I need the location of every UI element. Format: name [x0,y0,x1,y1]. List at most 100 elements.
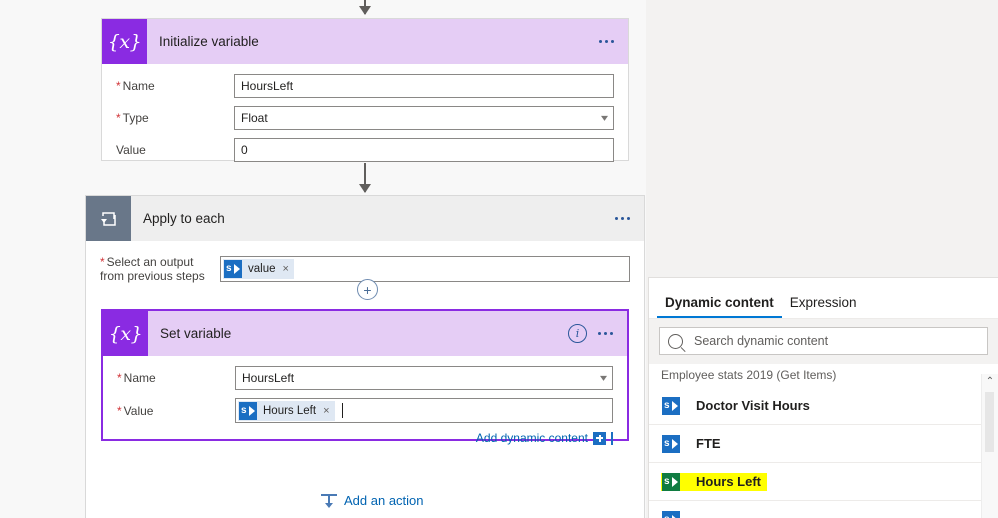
sharepoint-letter: s [226,263,232,274]
insert-action-icon [321,493,337,508]
tab-dynamic-content[interactable]: Dynamic content [657,295,782,318]
required-asterisk: * [116,111,121,125]
label-set-value: * Value [117,403,154,418]
sharepoint-letter: s [664,437,670,449]
label-type: * Type [116,111,149,125]
card-initialize-variable[interactable]: {x} Initialize variable * Name HoursLeft … [101,18,629,162]
search-input[interactable] [692,333,979,349]
sharepoint-arrow [672,514,678,518]
chevron-down-icon: ▾ [600,112,609,124]
add-dynamic-content-link[interactable]: Add dynamic content [476,431,588,445]
label-value: Value [116,143,146,157]
card-body-apply-to-each: * Select an output from previous steps s … [86,241,644,283]
sharepoint-arrow [672,438,678,449]
card-set-variable[interactable]: {x} Set variable i * Name HoursLeft ▾ * … [101,309,629,445]
sharepoint-icon: s [224,260,242,278]
sharepoint-icon: s [662,510,680,518]
braces-glyph: {x} [108,322,143,345]
dropdown-variable-type[interactable]: Float ▾ [234,106,614,130]
add-an-action-button[interactable]: Add an action [321,493,424,508]
input-variable-value[interactable]: 0 [234,138,614,162]
card-body-initialize-variable: * Name HoursLeft * Type Float ▾ Value 0 [102,64,628,174]
form-row-type: * Type Float ▾ [116,106,614,130]
label-name: * Name [116,79,155,93]
variable-braces-icon: {x} [103,311,148,356]
sharepoint-letter: s [664,512,670,518]
add-step-button[interactable]: + [357,279,378,300]
sharepoint-arrow [234,264,240,274]
token-value[interactable]: s value × [223,259,294,279]
input-select-output[interactable]: s value × [220,256,630,282]
add-dynamic-content-bar-icon [611,431,613,445]
sharepoint-arrow [672,400,678,411]
token-remove-icon[interactable]: × [283,263,289,275]
sharepoint-letter: s [664,475,670,487]
token-remove-icon[interactable]: × [323,405,329,417]
chevron-down-icon: ▾ [599,372,608,384]
connector-arrow-middle [359,163,371,193]
form-row-value: Value 0 [116,138,614,162]
variable-braces-icon: {x} [102,19,147,64]
dropdown-set-variable-name-value: HoursLeft [242,371,295,385]
list-item-label: FTE [696,436,721,451]
form-row-name: * Name HoursLeft [116,74,614,98]
input-variable-name-value: HoursLeft [241,79,294,93]
token-label: Hours Left [263,404,317,417]
input-variable-name[interactable]: HoursLeft [234,74,614,98]
card-title-initialize-variable: Initialize variable [159,34,259,49]
required-asterisk: * [117,403,122,418]
list-item-partial[interactable]: s [649,501,998,518]
text-cursor [341,403,343,418]
list-item-highlighted[interactable]: s Hours Left [649,463,998,501]
card-header-set-variable: {x} Set variable i [103,311,627,356]
add-an-action-label: Add an action [344,493,424,508]
scrollbar-thumb[interactable] [985,392,994,452]
label-select-output: * Select an output from previous steps [100,255,205,283]
sharepoint-icon: s [239,401,257,420]
flow-designer-canvas: {x} Initialize variable * Name HoursLeft … [0,0,646,518]
required-asterisk: * [116,79,121,93]
form-row-set-name: * Name HoursLeft ▾ [117,366,613,390]
dynamic-content-panel: Dynamic content Expression Employee stat… [648,277,998,518]
arrow-head-icon [359,6,371,15]
required-asterisk: * [117,371,122,385]
info-icon[interactable]: i [568,324,587,343]
dynamic-content-search-box[interactable] [659,327,988,355]
tab-expression[interactable]: Expression [782,295,865,318]
sharepoint-arrow [672,476,678,487]
card-body-set-variable: * Name HoursLeft ▾ * Value s Hours Left … [103,356,627,457]
search-icon [668,333,683,349]
list-item-label: Doctor Visit Hours [696,398,810,413]
arrow-head-icon [359,184,371,193]
dynamic-content-group-header: Employee stats 2019 (Get Items) [649,364,998,387]
sharepoint-letter: s [664,399,670,411]
card-header-actions-initialize-variable [599,40,614,43]
card-title-apply-to-each: Apply to each [143,211,225,226]
dynamic-content-tabs: Dynamic content Expression [649,278,998,319]
list-item[interactable]: s FTE [649,425,998,463]
dynamic-content-scrollbar[interactable]: ⌃ [981,374,998,518]
label-set-name: * Name [117,371,156,385]
token-hours-left[interactable]: s Hours Left × [238,400,335,421]
more-options-icon[interactable] [598,332,613,335]
card-header-actions-apply-to-each [615,217,630,220]
braces-glyph: {x} [107,30,142,53]
card-header-actions-set-variable: i [568,324,613,343]
list-item-label: Hours Left [696,474,761,489]
input-variable-value-text: 0 [241,143,248,157]
add-dynamic-content-icon[interactable] [593,431,606,445]
form-row-set-value: * Value s Hours Left × [117,398,613,423]
scroll-up-chevron-icon[interactable]: ⌃ [982,376,998,387]
sharepoint-icon: s [662,396,680,415]
list-item[interactable]: s Doctor Visit Hours [649,387,998,425]
sharepoint-letter: s [241,404,247,416]
required-asterisk: * [100,255,105,269]
loop-icon-svg [100,211,116,226]
dropdown-set-variable-name[interactable]: HoursLeft ▾ [235,366,613,390]
dropdown-variable-type-value: Float [241,111,268,125]
input-set-variable-value[interactable]: s Hours Left × [235,398,613,423]
card-apply-to-each[interactable]: Apply to each * Select an output from pre… [85,195,645,518]
more-options-icon[interactable] [599,40,614,43]
card-title-set-variable: Set variable [160,326,232,341]
more-options-icon[interactable] [615,217,630,220]
